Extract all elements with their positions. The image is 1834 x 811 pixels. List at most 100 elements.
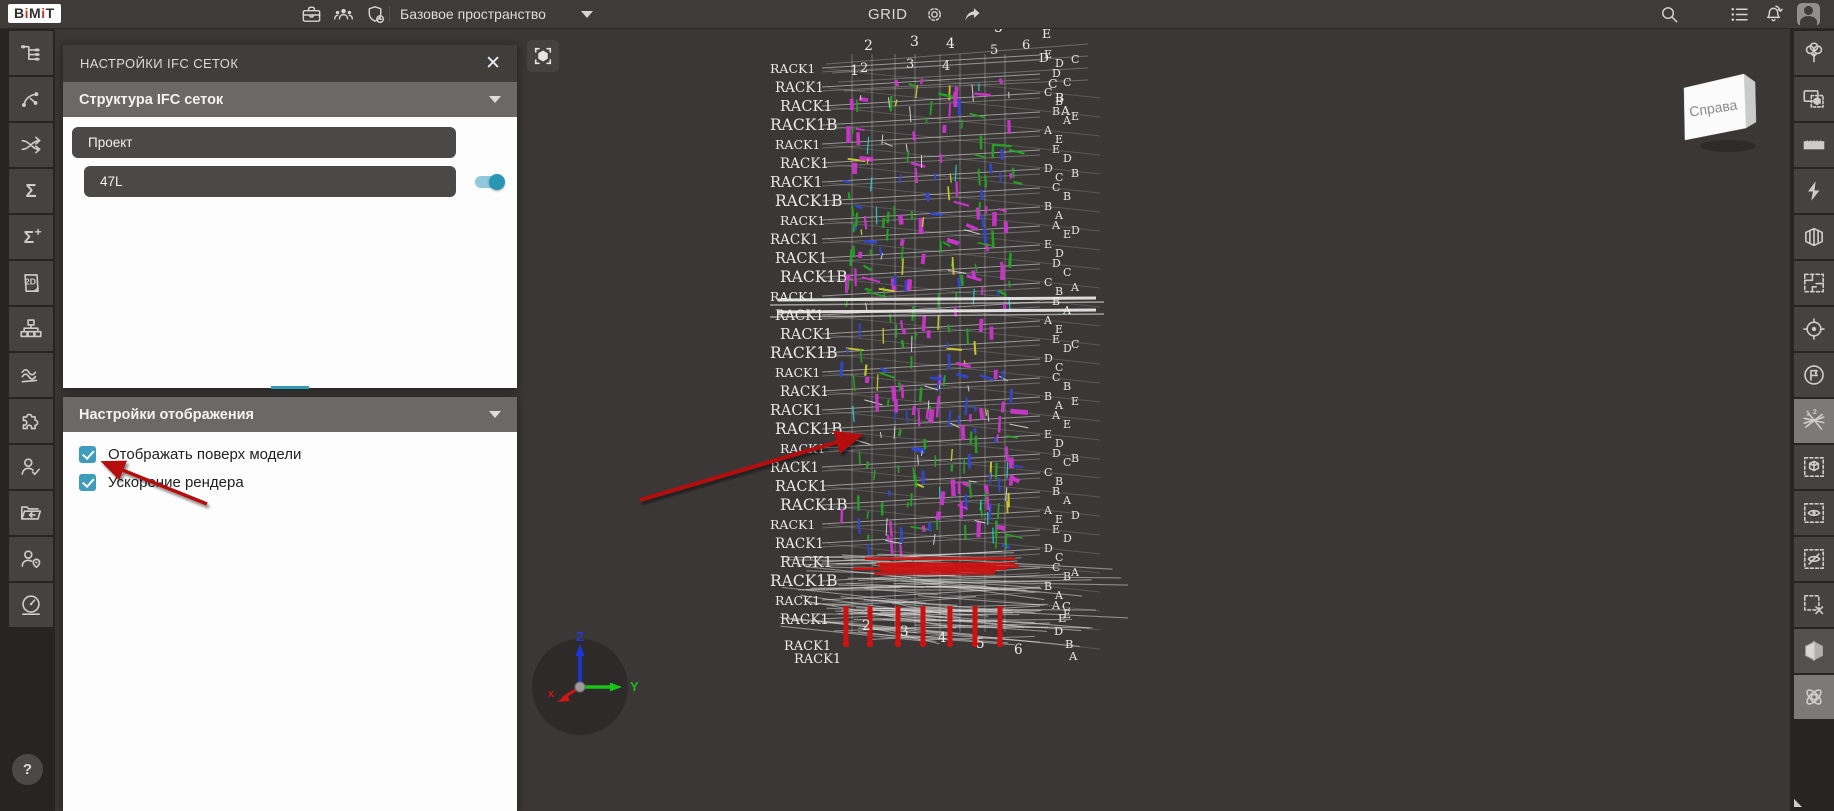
tree-button[interactable] — [1794, 31, 1834, 75]
svg-text:RACK1: RACK1 — [780, 384, 829, 400]
sigma-plus-button[interactable]: Σ + — [9, 215, 53, 259]
select-region-button[interactable] — [1794, 77, 1834, 121]
svg-text:E: E — [1052, 333, 1060, 346]
svg-text:RACK1: RACK1 — [780, 327, 833, 343]
section-box-button[interactable] — [1794, 629, 1834, 673]
svg-text:B: B — [1052, 485, 1060, 498]
svg-text:RACK1: RACK1 — [770, 517, 815, 532]
svg-text:A: A — [1060, 103, 1071, 118]
help-button[interactable]: ? — [12, 754, 43, 785]
svg-text:B: B — [1071, 452, 1079, 465]
grid-visibility-toggle[interactable] — [475, 176, 503, 188]
checkbox-row-render-acceleration[interactable]: Ускорение рендера — [79, 473, 517, 491]
svg-text:RACK1B: RACK1B — [780, 268, 848, 286]
search-icon[interactable] — [1658, 3, 1681, 26]
person-pin-button[interactable] — [9, 537, 53, 581]
chevron-down-icon[interactable] — [581, 11, 593, 18]
resize-corner[interactable] — [1794, 799, 1802, 807]
bimit-logo[interactable]: BiMiT — [8, 4, 61, 23]
checkbox-row-display-over-model[interactable]: Отображать поверх модели — [79, 445, 517, 463]
svg-text:D: D — [1044, 352, 1053, 365]
checkbox-display-over-model[interactable] — [79, 446, 96, 463]
svg-text:RACK1: RACK1 — [794, 652, 841, 667]
svg-text:D: D — [1063, 532, 1072, 545]
svg-text:C: C — [1062, 599, 1071, 613]
clear-selection-button[interactable] — [1794, 583, 1834, 627]
svg-text:E: E — [1063, 228, 1071, 241]
view-cube[interactable]: Справа — [1672, 66, 1772, 161]
section-structure-header[interactable]: Структура IFC сеток — [63, 82, 517, 117]
close-icon[interactable]: ✕ — [483, 54, 503, 73]
navigation-gizmo[interactable]: Z Y x — [522, 630, 652, 750]
svg-text:5: 5 — [990, 43, 998, 58]
svg-text:B: B — [1063, 380, 1071, 393]
svg-text:1: 1 — [1806, 411, 1810, 418]
notifications-icon[interactable] — [1762, 3, 1785, 26]
svg-text:+: + — [35, 225, 42, 239]
focus-target-button[interactable] — [1794, 307, 1834, 351]
svg-text:RACK1: RACK1 — [770, 460, 819, 476]
folder-import-button[interactable] — [9, 491, 53, 535]
tree-item-47l[interactable]: 47L — [84, 166, 456, 197]
workspace-label[interactable]: Базовое пространство — [389, 6, 546, 22]
svg-text:C: C — [1063, 76, 1071, 89]
svg-text:C: C — [1052, 371, 1060, 384]
svg-text:RACK1B: RACK1B — [780, 496, 848, 514]
svg-text:E: E — [1044, 238, 1052, 251]
svg-text:1: 1 — [850, 63, 859, 79]
list-icon[interactable] — [1728, 3, 1751, 26]
svg-text:RACK1: RACK1 — [775, 137, 820, 152]
svg-text:A: A — [1062, 494, 1072, 507]
svg-text:E: E — [1052, 143, 1060, 156]
puzzle-button[interactable] — [9, 399, 53, 443]
settings-gear-icon[interactable] — [923, 3, 946, 26]
sigma-button[interactable]: Σ — [9, 169, 53, 213]
fit-view-button[interactable] — [527, 40, 559, 72]
svg-text:3: 3 — [910, 34, 919, 50]
node-branch-button[interactable] — [9, 77, 53, 121]
ifc-grids-button[interactable]: 1 2 — [1794, 399, 1834, 443]
hierarchy-button[interactable] — [9, 307, 53, 351]
share-icon[interactable] — [961, 3, 984, 26]
shield-license-icon[interactable] — [364, 3, 387, 26]
ifc-model-wireframe[interactable]: RACK1EDCRACK1DCRACK1CBRACK1BBAERACK1AERA… — [758, 18, 1128, 680]
structure-tree-button[interactable] — [9, 31, 53, 75]
isolate-cube-button[interactable] — [1794, 445, 1834, 489]
gizmo-y-label: Y — [630, 679, 639, 694]
flash-button[interactable] — [1794, 169, 1834, 213]
chevron-down-icon[interactable] — [489, 411, 501, 418]
panel-resize-handle[interactable] — [271, 386, 309, 389]
svg-text:RACK1: RACK1 — [775, 593, 820, 608]
svg-text:RACK1: RACK1 — [775, 251, 828, 267]
gizmo-z-label: Z — [576, 630, 584, 644]
gauge-button[interactable] — [9, 583, 53, 627]
waves-button[interactable] — [9, 353, 53, 397]
user-avatar-icon[interactable] — [1797, 3, 1820, 26]
floorplan-button[interactable] — [1794, 261, 1834, 305]
ruler-button[interactable] — [1794, 123, 1834, 167]
svg-text:D: D — [1071, 509, 1080, 522]
team-icon[interactable] — [332, 3, 355, 26]
workspace-selector[interactable]: Базовое пространство — [389, 0, 593, 28]
chevron-down-icon[interactable] — [489, 96, 501, 103]
cube-section-button[interactable] — [1794, 215, 1834, 259]
svg-text:E: E — [1071, 110, 1079, 123]
section-display-header[interactable]: Настройки отображения — [63, 397, 517, 432]
right-toolbar: 1 2 — [1790, 29, 1834, 811]
flag-button[interactable] — [1794, 353, 1834, 397]
orbit-button[interactable] — [1794, 675, 1834, 719]
toggle-knob[interactable] — [489, 174, 505, 190]
gizmo-x-label: x — [548, 688, 555, 700]
topbar-right-icon-group — [1658, 0, 1820, 28]
hide-eye-button[interactable] — [1794, 537, 1834, 581]
svg-text:D: D — [1071, 224, 1080, 237]
doc-2d-button[interactable]: 2D — [9, 261, 53, 305]
shuffle-button[interactable] — [9, 123, 53, 167]
svg-text:2: 2 — [862, 618, 871, 634]
checkbox-render-acceleration[interactable] — [79, 474, 96, 491]
tree-item-project[interactable]: Проект — [72, 127, 456, 158]
briefcase-icon[interactable] — [300, 3, 323, 26]
person-check-button[interactable] — [9, 445, 53, 489]
show-eye-button[interactable] — [1794, 491, 1834, 535]
svg-text:4: 4 — [938, 630, 947, 646]
